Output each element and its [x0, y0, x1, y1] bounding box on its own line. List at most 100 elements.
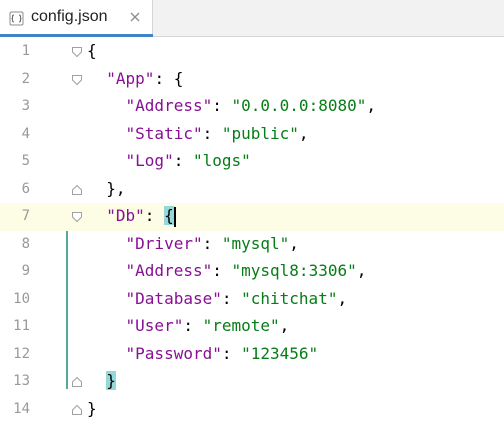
line-number: 4 — [21, 125, 30, 142]
code-text: } — [87, 371, 116, 390]
json-key: "Driver" — [125, 233, 203, 253]
code-line[interactable]: 12 "Password": "123456" — [0, 341, 504, 369]
code-text: "Log": "logs" — [87, 151, 251, 170]
matched-brace: } — [106, 371, 116, 390]
line-number: 1 — [21, 43, 30, 59]
fold-open-icon[interactable] — [71, 46, 83, 58]
code-text: "Database": "chitchat", — [87, 288, 348, 308]
json-string-value: "123456" — [241, 343, 319, 363]
json-punctuation: , — [337, 288, 348, 308]
fold-close-icon[interactable] — [71, 376, 83, 388]
json-string-value: "mysql8:3306" — [231, 261, 357, 280]
json-string-value: "public" — [221, 123, 299, 143]
code-line[interactable]: 9 "Address": "mysql8:3306", — [0, 258, 504, 286]
json-key: "Static" — [125, 123, 203, 143]
code-text: { — [87, 41, 97, 60]
json-punctuation: : { — [154, 68, 184, 88]
json-punctuation: : — [144, 206, 165, 225]
code-text: "Password": "123456" — [87, 343, 319, 363]
json-punctuation — [87, 371, 106, 390]
json-key: "Log" — [125, 151, 174, 170]
json-punctuation: : — [221, 343, 242, 363]
json-punctuation: , — [356, 261, 367, 280]
json-string-value: "0.0.0.0:8080" — [231, 96, 367, 115]
code-line[interactable]: 10 "Database": "chitchat", — [0, 286, 504, 314]
json-punctuation: , — [298, 123, 309, 143]
code-text: "Address": "0.0.0.0:8080", — [87, 96, 376, 115]
fold-open-icon[interactable] — [71, 211, 83, 223]
json-punctuation: } — [87, 398, 97, 418]
code-editor[interactable]: 1{2 "App": {3 "Address": "0.0.0.0:8080",… — [0, 37, 504, 437]
code-text: "Static": "public", — [87, 124, 309, 143]
json-punctuation: : — [173, 151, 193, 170]
line-number: 3 — [21, 98, 30, 114]
json-punctuation — [87, 344, 126, 363]
json-key: "App" — [106, 68, 155, 88]
line-number: 11 — [13, 318, 30, 334]
line-number: 10 — [13, 290, 30, 307]
line-number: 7 — [21, 208, 30, 224]
json-punctuation: : — [212, 96, 232, 115]
code-line[interactable]: 11 "User": "remote", — [0, 313, 504, 341]
json-file-icon — [9, 11, 24, 26]
close-icon[interactable] — [128, 10, 142, 24]
code-text: "App": { — [87, 69, 183, 88]
line-number: 2 — [21, 70, 30, 87]
json-punctuation — [87, 124, 126, 143]
code-text: "Address": "mysql8:3306", — [87, 261, 367, 280]
line-number: 8 — [21, 235, 30, 252]
json-punctuation — [87, 234, 126, 253]
line-number: 12 — [13, 345, 30, 362]
json-punctuation: { — [87, 41, 97, 60]
line-number: 14 — [13, 400, 30, 417]
code-text: }, — [87, 178, 126, 198]
json-string-value: "mysql" — [221, 233, 290, 253]
json-punctuation: : — [202, 123, 222, 143]
fold-open-icon[interactable] — [71, 74, 83, 86]
json-punctuation — [87, 69, 106, 88]
json-punctuation: : — [183, 316, 203, 335]
json-punctuation — [87, 96, 126, 115]
json-punctuation — [87, 289, 126, 308]
json-punctuation — [87, 316, 126, 335]
code-line[interactable]: 8 "Driver": "mysql", — [0, 231, 504, 259]
json-punctuation: , — [289, 233, 299, 253]
code-line[interactable]: 3 "Address": "0.0.0.0:8080", — [0, 93, 504, 121]
json-punctuation — [87, 206, 106, 225]
line-number: 9 — [21, 263, 30, 279]
json-punctuation: : — [221, 288, 242, 308]
json-punctuation: : — [202, 233, 222, 253]
json-string-value: "remote" — [202, 316, 280, 335]
json-string-value: "logs" — [192, 151, 251, 170]
json-punctuation — [87, 261, 126, 280]
json-punctuation: , — [279, 316, 290, 335]
json-key: "User" — [125, 316, 184, 335]
code-text: "Db": { — [87, 206, 174, 225]
tab-config-json[interactable]: config.json — [0, 0, 153, 37]
matched-brace: { — [164, 206, 174, 225]
tab-bar: config.json — [0, 0, 504, 37]
text-caret — [174, 207, 176, 227]
json-string-value: "chitchat" — [241, 288, 338, 308]
fold-close-icon[interactable] — [71, 184, 83, 196]
line-number: 13 — [13, 373, 30, 389]
tab-title: config.json — [31, 8, 108, 25]
code-line[interactable]: 5 "Log": "logs" — [0, 148, 504, 176]
line-number: 5 — [21, 153, 30, 169]
json-key: "Address" — [125, 96, 213, 115]
editor-window: config.json 1{2 "App": {3 "Address": "0.… — [0, 0, 504, 437]
code-line[interactable]: 4 "Static": "public", — [0, 121, 504, 149]
code-text: } — [87, 399, 97, 418]
json-key: "Address" — [125, 261, 213, 280]
json-punctuation: }, — [87, 178, 126, 198]
json-punctuation: , — [366, 96, 376, 115]
code-text: "Driver": "mysql", — [87, 234, 299, 253]
json-punctuation: : — [212, 261, 232, 280]
code-text: "User": "remote", — [87, 316, 290, 335]
fold-close-icon[interactable] — [71, 404, 83, 416]
json-key: "Db" — [106, 206, 145, 225]
json-key: "Database" — [125, 288, 222, 308]
json-punctuation — [87, 151, 126, 170]
line-number: 6 — [21, 180, 30, 197]
json-key: "Password" — [125, 343, 222, 363]
